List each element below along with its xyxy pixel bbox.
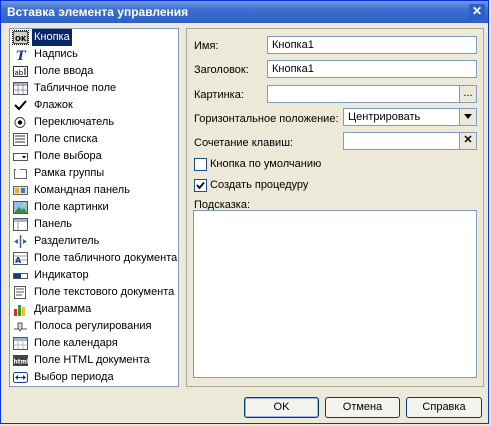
list-item[interactable]: Поле текстового документа <box>10 284 178 301</box>
list-field-icon <box>13 133 28 146</box>
list-item[interactable]: Поле календаря <box>10 335 178 352</box>
svg-text:T: T <box>16 49 27 61</box>
svg-text:html: html <box>14 359 29 366</box>
list-item-label: Надпись <box>34 48 78 60</box>
list-item-label: Индикатор <box>34 269 89 281</box>
combo-field-icon <box>13 150 28 163</box>
list-item-label: Поле списка <box>34 133 98 145</box>
controls-listbox[interactable]: OK Кнопка T Надпись ab Поле ввода Табличное по… <box>9 28 179 387</box>
command-panel-icon <box>13 184 28 197</box>
list-item-label: Переключатель <box>34 116 115 128</box>
list-item-label: Поле выбора <box>34 150 102 162</box>
default-button-checkbox[interactable] <box>194 158 207 171</box>
list-item-label: Поле ввода <box>34 65 94 77</box>
list-item[interactable]: Флажок <box>10 97 178 114</box>
group-frame-icon <box>13 167 28 180</box>
tooltip-textarea[interactable] <box>193 210 477 378</box>
label-icon: T <box>13 48 28 64</box>
halign-select[interactable]: Центрировать <box>343 108 477 126</box>
window-title: Вставка элемента управления <box>7 5 189 19</box>
svg-text:OK: OK <box>15 35 27 43</box>
list-item[interactable]: Переключатель <box>10 114 178 131</box>
button-icon: OK <box>12 30 29 45</box>
shortcut-clear-button[interactable]: ✕ <box>459 132 477 150</box>
table-field-icon <box>13 82 28 95</box>
list-item[interactable]: ab Поле ввода <box>10 63 178 80</box>
svg-text:ab: ab <box>15 69 24 77</box>
list-item[interactable]: Разделитель <box>10 233 178 250</box>
picture-field-icon <box>13 201 28 214</box>
calendar-field-icon <box>13 337 28 350</box>
svg-text:A: A <box>15 256 22 265</box>
chevron-down-icon[interactable] <box>459 109 476 125</box>
list-item-label: Поле HTML документа <box>34 354 150 366</box>
list-item[interactable]: Панель <box>10 216 178 233</box>
caption-input[interactable]: Кнопка1 <box>267 60 477 78</box>
list-item[interactable]: Табличное поле <box>10 80 178 97</box>
list-item[interactable]: Командная панель <box>10 182 178 199</box>
list-item-label: Полоса регулирования <box>34 320 152 332</box>
close-button[interactable]: ✕ <box>469 4 485 19</box>
dialog-window: Вставка элемента управления ✕ OK Кнопка T Н… <box>0 0 489 424</box>
chart-icon <box>13 303 28 316</box>
panel-icon <box>13 218 28 231</box>
list-item[interactable]: Поле выбора <box>10 148 178 165</box>
list-item-label: Кнопка <box>32 29 72 46</box>
list-item[interactable]: html Поле HTML документа <box>10 352 178 369</box>
spreadsheet-field-icon: A <box>13 252 28 265</box>
shortcut-input[interactable] <box>343 132 460 150</box>
text-document-field-icon <box>13 286 28 299</box>
list-item-label: Рамка группы <box>34 167 105 179</box>
list-item-label: Флажок <box>34 99 73 111</box>
picture-label: Картинка: <box>194 89 244 101</box>
name-input[interactable]: Кнопка1 <box>267 36 477 54</box>
help-button[interactable]: Справка <box>406 397 482 418</box>
list-item[interactable]: A Поле табличного документа <box>10 250 178 267</box>
radio-icon <box>13 116 28 129</box>
halign-label: Горизонтальное положение: <box>194 113 339 125</box>
list-item-label: Командная панель <box>34 184 130 196</box>
checkbox-icon <box>13 99 28 112</box>
cancel-button[interactable]: Отмена <box>325 397 400 418</box>
list-item-label: Выбор периода <box>34 371 114 383</box>
create-procedure-checkbox[interactable] <box>194 179 207 192</box>
list-item[interactable]: Рамка группы <box>10 165 178 182</box>
splitter-icon <box>13 235 28 248</box>
title-bar[interactable]: Вставка элемента управления ✕ <box>1 1 488 23</box>
html-field-icon: html <box>13 354 29 367</box>
list-item[interactable]: T Надпись <box>10 46 178 64</box>
list-item-label: Панель <box>34 218 73 230</box>
ok-button[interactable]: OK <box>244 397 319 418</box>
list-item[interactable]: Полоса регулирования <box>10 318 178 335</box>
checkmark-icon <box>196 181 205 190</box>
period-select-icon <box>13 371 28 384</box>
list-item-label: Диаграмма <box>34 303 92 315</box>
indicator-icon <box>13 269 28 282</box>
list-item[interactable]: Поле списка <box>10 131 178 148</box>
halign-value: Центрировать <box>348 111 421 123</box>
list-item-label: Табличное поле <box>34 82 117 94</box>
list-item-label: Поле текстового документа <box>34 286 175 298</box>
picture-input[interactable] <box>267 85 460 103</box>
input-field-icon: ab <box>13 65 28 78</box>
list-item[interactable]: Выбор периода <box>10 369 178 386</box>
list-item-label: Поле картинки <box>34 201 109 213</box>
list-item-label: Поле табличного документа <box>34 252 178 264</box>
list-item-label: Поле календаря <box>34 337 118 349</box>
name-label: Имя: <box>194 40 219 52</box>
picture-select-button[interactable]: ... <box>459 85 477 103</box>
shortcut-label: Сочетание клавиш: <box>194 137 294 149</box>
list-item[interactable]: Индикатор <box>10 267 178 284</box>
create-procedure-label: Создать процедуру <box>210 179 309 191</box>
default-button-label: Кнопка по умолчанию <box>210 158 322 170</box>
slider-icon <box>13 320 28 333</box>
list-item[interactable]: Поле картинки <box>10 199 178 216</box>
list-item[interactable]: OK Кнопка <box>10 29 178 46</box>
list-item[interactable]: Диаграмма <box>10 301 178 318</box>
caption-label: Заголовок: <box>194 64 249 76</box>
list-item-label: Разделитель <box>34 235 100 247</box>
